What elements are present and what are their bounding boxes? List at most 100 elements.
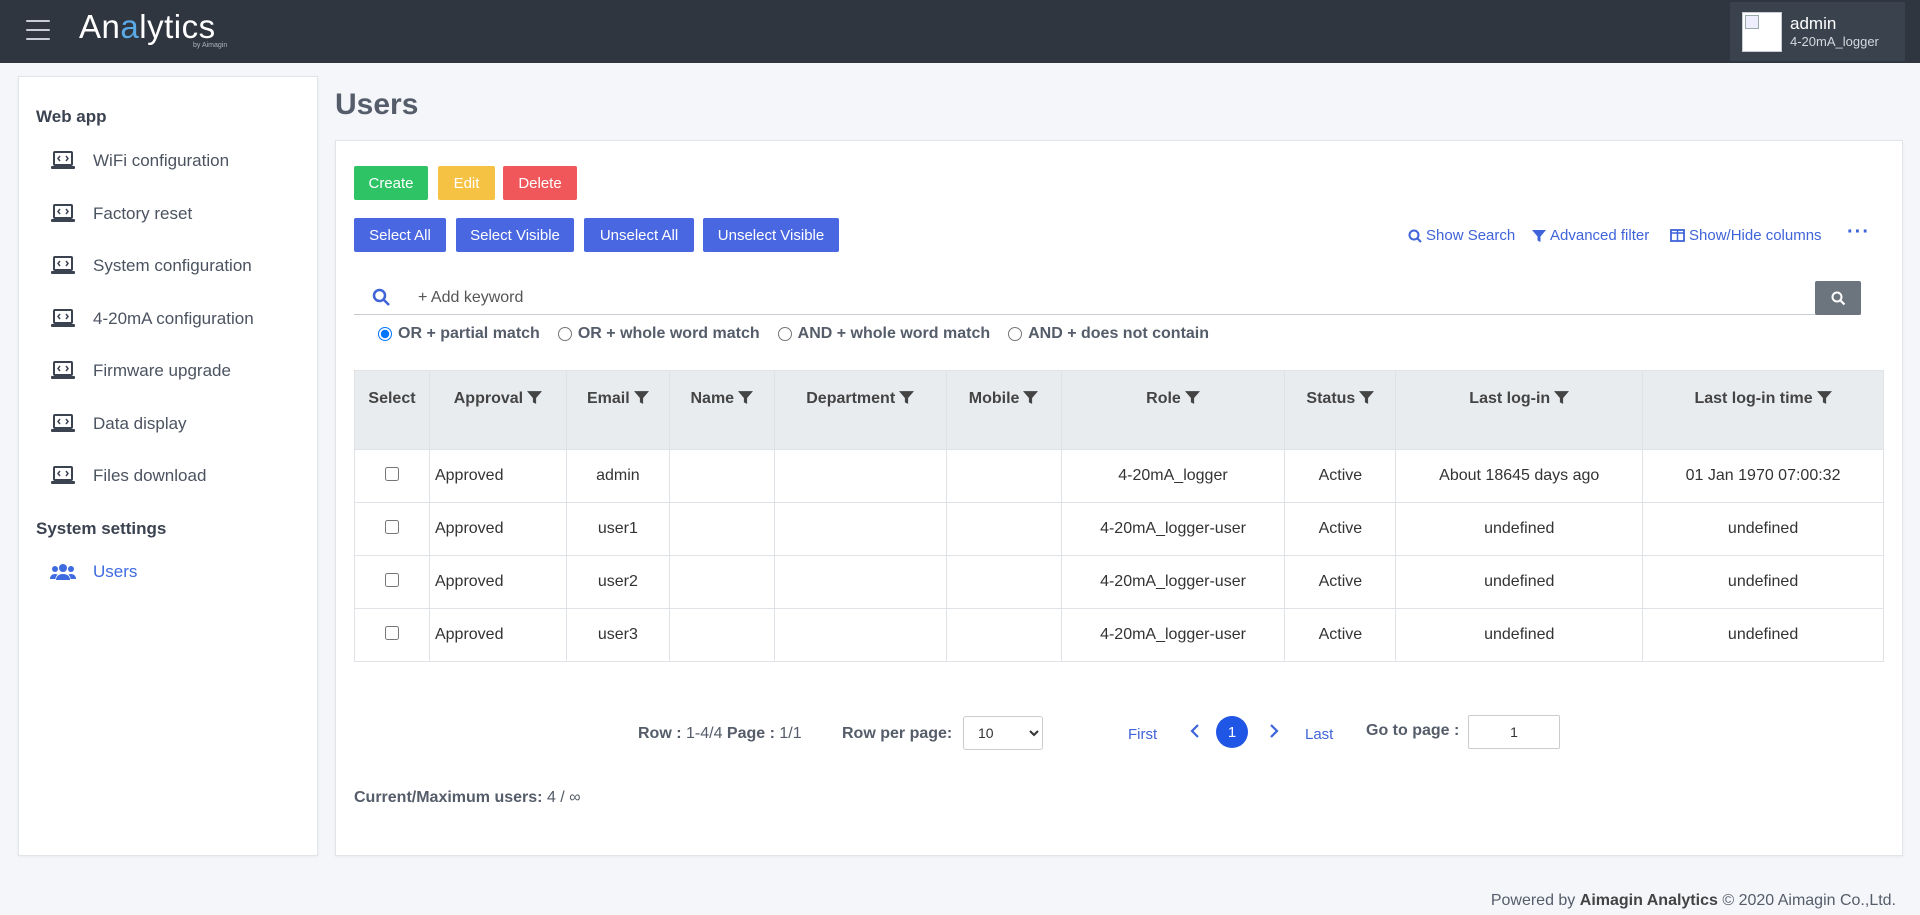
match-or-whole[interactable]: OR + whole word match xyxy=(557,325,760,343)
cell-status: Active xyxy=(1284,502,1397,556)
laptop-icon xyxy=(51,203,75,222)
filter-icon[interactable] xyxy=(1359,390,1375,405)
match-or-partial[interactable]: OR + partial match xyxy=(378,325,540,343)
unselect-all-button[interactable]: Unselect All xyxy=(584,218,694,252)
cell-mobile xyxy=(945,608,1062,662)
rows-per-page-select[interactable]: 10 xyxy=(963,716,1043,750)
go-to-page-label: Go to page : xyxy=(1366,722,1460,739)
header-role[interactable]: Role xyxy=(1060,370,1286,450)
cell-approval: Approved xyxy=(428,502,567,556)
first-page-link[interactable]: First xyxy=(1128,726,1157,743)
current-page-button[interactable]: 1 xyxy=(1216,716,1248,748)
sidebar-item-4-20ma-configuration[interactable]: 4-20mA configuration xyxy=(19,293,317,346)
header-last-login-time[interactable]: Last log-in time xyxy=(1642,370,1884,450)
header-mobile[interactable]: Mobile xyxy=(945,370,1062,450)
header-name[interactable]: Name xyxy=(668,370,775,450)
table-row[interactable]: Approved user2 4-20mA_logger-user Active… xyxy=(354,555,1884,609)
sidebar-item-firmware-upgrade[interactable]: Firmware upgrade xyxy=(19,345,317,398)
filter-icon[interactable] xyxy=(527,390,543,405)
laptop-icon xyxy=(51,413,75,432)
user-menu[interactable]: admin 4-20mA_logger xyxy=(1730,2,1905,61)
select-all-button[interactable]: Select All xyxy=(354,218,446,252)
keyword-input[interactable] xyxy=(418,285,1518,311)
sidebar-heading-system-settings: System settings xyxy=(36,518,167,538)
cell-status: Active xyxy=(1284,555,1397,609)
select-visible-button[interactable]: Select Visible xyxy=(456,218,574,252)
row-checkbox[interactable] xyxy=(384,572,399,587)
hamburger-menu-icon[interactable] xyxy=(26,20,50,42)
header-status[interactable]: Status xyxy=(1284,370,1397,450)
cell-approval: Approved xyxy=(428,555,567,609)
sidebar-item-users[interactable]: Users xyxy=(19,551,317,593)
radio-and-not[interactable] xyxy=(1008,327,1023,341)
row-select-cell xyxy=(354,502,430,556)
row-checkbox[interactable] xyxy=(384,519,399,534)
app-logo[interactable]: Analytics xyxy=(79,8,216,46)
sidebar-item-files-download[interactable]: Files download xyxy=(19,450,317,503)
row-range: Row : 1-4/4 Page : 1/1 xyxy=(638,725,802,742)
filter-icon[interactable] xyxy=(1816,390,1832,405)
search-button[interactable] xyxy=(1815,281,1861,315)
sidebar-item-factory-reset[interactable]: Factory reset xyxy=(19,188,317,241)
cell-name xyxy=(668,555,775,609)
header-department[interactable]: Department xyxy=(773,370,947,450)
page-title: Users xyxy=(335,88,419,121)
cell-role: 4-20mA_logger-user xyxy=(1060,502,1286,556)
filter-icon[interactable] xyxy=(899,390,915,405)
sidebar-item-system-configuration[interactable]: System configuration xyxy=(19,240,317,293)
edit-button[interactable]: Edit xyxy=(438,166,495,200)
cell-name xyxy=(668,449,775,503)
filter-icon[interactable] xyxy=(633,390,649,405)
header-email[interactable]: Email xyxy=(565,370,670,450)
broken-image-icon xyxy=(1745,14,1759,29)
sidebar-item-data-display[interactable]: Data display xyxy=(19,398,317,451)
sidebar-item-label: WiFi configuration xyxy=(93,151,230,171)
radio-or-whole[interactable] xyxy=(557,327,572,341)
cell-role: 4-20mA_logger-user xyxy=(1060,608,1286,662)
chevron-left-icon[interactable] xyxy=(1189,723,1201,739)
show-search-link[interactable]: Show Search xyxy=(1408,227,1515,244)
match-and-whole[interactable]: AND + whole word match xyxy=(777,325,990,343)
match-mode-options: OR + partial match OR + whole word match… xyxy=(378,325,1227,343)
more-options-icon[interactable]: ··· xyxy=(1847,221,1870,244)
sidebar: Web app WiFi configuration Factory reset… xyxy=(18,76,318,856)
table-row[interactable]: Approved user3 4-20mA_logger-user Active… xyxy=(354,608,1884,662)
delete-button[interactable]: Delete xyxy=(503,166,577,200)
top-bar: Analytics by Aimagin admin 4-20mA_logger xyxy=(0,0,1920,63)
go-to-page-input[interactable] xyxy=(1468,715,1560,749)
cell-email: user2 xyxy=(565,555,670,609)
sidebar-item-wifi-configuration[interactable]: WiFi configuration xyxy=(19,135,317,188)
chevron-right-icon[interactable] xyxy=(1268,723,1280,739)
row-checkbox[interactable] xyxy=(384,625,399,640)
cell-name xyxy=(668,502,775,556)
sidebar-heading-webapp: Web app xyxy=(36,107,107,126)
cell-last-login: undefined xyxy=(1395,502,1644,556)
row-checkbox[interactable] xyxy=(384,466,399,481)
filter-icon[interactable] xyxy=(1554,390,1570,405)
last-page-link[interactable]: Last xyxy=(1305,726,1333,743)
cell-last-login-time: undefined xyxy=(1642,555,1884,609)
table-row[interactable]: Approved admin 4-20mA_logger Active Abou… xyxy=(354,449,1884,503)
cell-role: 4-20mA_logger-user xyxy=(1060,555,1286,609)
create-button[interactable]: Create xyxy=(354,166,428,200)
match-and-not[interactable]: AND + does not contain xyxy=(1008,325,1209,343)
unselect-visible-button[interactable]: Unselect Visible xyxy=(703,218,839,252)
header-last-login[interactable]: Last log-in xyxy=(1395,370,1644,450)
search-icon xyxy=(1408,229,1422,243)
radio-or-partial[interactable] xyxy=(378,327,392,341)
filter-icon[interactable] xyxy=(1184,390,1200,405)
rows-per-page-label: Row per page: xyxy=(842,725,953,742)
filter-icon[interactable] xyxy=(738,390,754,405)
table-row[interactable]: Approved user1 4-20mA_logger-user Active… xyxy=(354,502,1884,556)
show-hide-columns-link[interactable]: Show/Hide columns xyxy=(1670,227,1822,244)
advanced-filter-link[interactable]: Advanced filter xyxy=(1532,227,1649,244)
cell-approval: Approved xyxy=(428,608,567,662)
header-approval[interactable]: Approval xyxy=(428,370,567,450)
cell-email: user3 xyxy=(565,608,670,662)
users-table: Select Approval Email Name Department Mo… xyxy=(354,370,1884,662)
cell-mobile xyxy=(945,449,1062,503)
radio-and-whole[interactable] xyxy=(777,327,792,341)
filter-icon[interactable] xyxy=(1023,390,1039,405)
cell-mobile xyxy=(945,502,1062,556)
sidebar-item-label: 4-20mA configuration xyxy=(93,308,254,328)
